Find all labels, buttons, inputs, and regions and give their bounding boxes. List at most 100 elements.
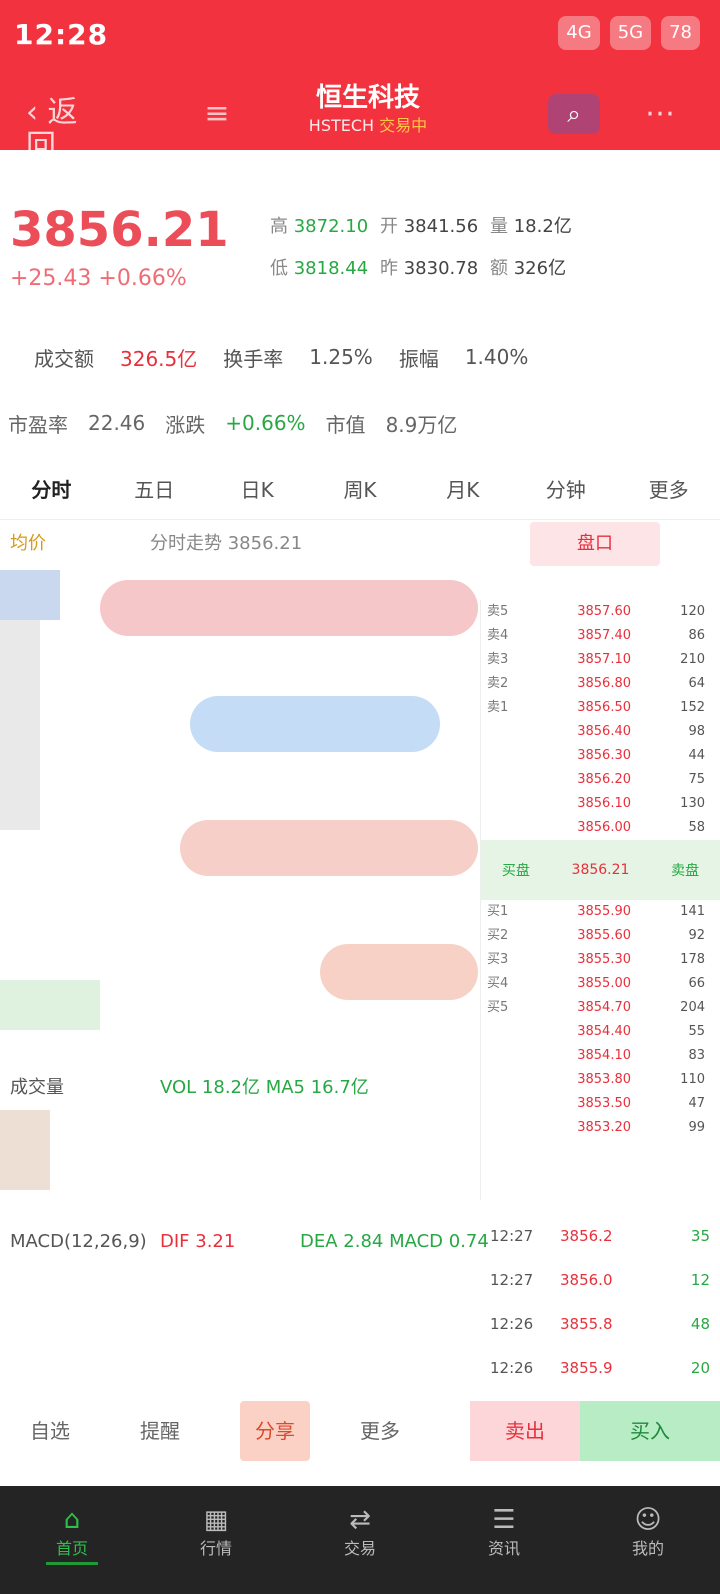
order-book-price: 3857.60 (577, 604, 631, 619)
order-book-price: 3856.50 (577, 700, 631, 715)
order-book-row: 3853.50 47 (481, 1092, 720, 1116)
info-value: 326.5亿 (120, 346, 198, 371)
order-book-row: 卖2 3856.80 64 (481, 672, 720, 696)
chart-marker (0, 570, 60, 620)
macd-label: MACD(12,26,9) (10, 1231, 147, 1252)
nav-label: 首页 (45, 1536, 98, 1565)
info-value: 1.25% (309, 345, 373, 369)
nav-profile[interactable]: ☺ 我的 (576, 1486, 720, 1594)
quote-grid: 高 3872.10 开 3841.56 量 18.2亿 低 3818.44 昨 … (270, 204, 710, 288)
order-book-label: 卖2 (487, 676, 509, 691)
order-book-row: 3853.80 110 (481, 1068, 720, 1092)
order-book-vol: 98 (688, 724, 705, 739)
tab-minute[interactable]: 分钟 (514, 460, 617, 519)
order-book-label (481, 1092, 541, 1116)
back-button[interactable]: ‹ 返回 (26, 96, 96, 164)
stock-code: HSTECH (308, 116, 375, 135)
info-value: 1.40% (464, 345, 529, 369)
status-indicators: 4G 5G 78 (558, 16, 700, 50)
quote-summary: 3856.21 +25.43 +0.66% 高 3872.10 开 3841.5… (0, 190, 720, 320)
order-book-label: 卖3 (487, 652, 509, 667)
order-book-row: 3854.40 55 (481, 1020, 720, 1044)
order-book-label: 买2 (487, 928, 509, 943)
volume-values: VOL 18.2亿 MA5 16.7亿 (160, 1077, 369, 1098)
ask-list: 卖5 3857.60 120 卖4 3857.40 86 卖3 3857.10 210 卖2 385… (481, 600, 720, 840)
quote-cell: 昨 3830.78 (380, 258, 479, 279)
volume-header: 成交量 VOL 18.2亿 MA5 16.7亿 (0, 1060, 478, 1116)
order-book-row: 3856.20 75 (481, 768, 720, 792)
nav-news[interactable]: ☰ 资讯 (432, 1486, 576, 1594)
order-book-label: 买1 (487, 904, 509, 919)
order-book-price: 3856.40 (577, 724, 631, 739)
info-row-turnover: 成交额 326.5亿 换手率 1.25% 振幅 1.40% (0, 330, 720, 384)
volume-label: 成交量 (10, 1077, 64, 1098)
macd-dif: DIF 3.21 (160, 1231, 236, 1252)
info-label: 振幅 (398, 346, 439, 371)
order-book-vol: 120 (680, 604, 705, 619)
info-value: 8.9万亿 (385, 412, 458, 437)
order-book-vol: 83 (688, 1048, 705, 1063)
quote-cell: 开 3841.56 (380, 216, 479, 237)
price-band (320, 944, 478, 1000)
quote-cell: 高 3872.10 (270, 216, 369, 237)
nav-home[interactable]: ⌂ 首页 (0, 1486, 144, 1594)
order-book-row: 3856.40 98 (481, 720, 720, 744)
quote-cell: 低 3818.44 (270, 258, 369, 279)
order-book-price: 3857.40 (577, 628, 631, 643)
price-band (180, 820, 478, 876)
info-value: 22.46 (88, 411, 146, 435)
tab-five-day[interactable]: 五日 (103, 460, 206, 519)
order-book-vol: 178 (680, 952, 705, 967)
nav-market[interactable]: ▦ 行情 (144, 1486, 288, 1594)
share-button[interactable]: 分享 (240, 1401, 310, 1461)
order-book-price: 3856.00 (577, 820, 631, 835)
tab-intraday[interactable]: 分时 (0, 460, 103, 519)
order-book-vol: 86 (688, 628, 705, 643)
bid-label: 买盘 (501, 863, 530, 879)
order-book: 卖5 3857.60 120 卖4 3857.40 86 卖3 3857.10 210 卖2 385… (480, 600, 720, 1200)
info-label: 成交额 (34, 346, 94, 371)
network-indicator: 5G (609, 16, 652, 50)
buy-button[interactable]: 买入 (580, 1401, 720, 1461)
quote-row: 高 3872.10 开 3841.56 量 18.2亿 (270, 204, 710, 246)
nav-trade[interactable]: ⇄ 交易 (288, 1486, 432, 1594)
ask-label: 卖盘 (671, 863, 700, 879)
chart-marker (0, 980, 100, 1030)
order-book-vol: 64 (688, 676, 705, 691)
quote-cell: 额 326亿 (490, 258, 567, 279)
order-book-vol: 66 (688, 976, 705, 991)
tab-more[interactable]: 更多 (617, 460, 720, 519)
order-book-price: 3856.30 (577, 748, 631, 763)
last-price: 3856.21 (571, 862, 630, 878)
order-book-vol: 130 (680, 796, 705, 811)
alert-button[interactable]: 提醒 (100, 1401, 220, 1461)
info-row-valuation: 市盈率 22.46 涨跌 +0.66% 市值 8.9万亿 (0, 396, 720, 450)
order-book-vol: 92 (688, 928, 705, 943)
search-icon[interactable]: ⌕ (548, 94, 600, 134)
sell-button[interactable]: 卖出 (470, 1401, 580, 1461)
tab-monthly-k[interactable]: 月K (411, 460, 514, 519)
order-book-row: 卖1 3856.50 152 (481, 696, 720, 720)
order-book-label (481, 816, 541, 840)
tab-daily-k[interactable]: 日K (206, 460, 309, 519)
macd-dea: DEA 2.84 MACD 0.74 (300, 1231, 489, 1252)
order-book-label (481, 1068, 541, 1092)
order-book-vol: 58 (688, 820, 705, 835)
nav-label: 我的 (631, 1539, 664, 1558)
stock-title[interactable]: 恒生科技 HSTECH 交易中 (268, 82, 468, 142)
order-book-row: 买4 3855.00 66 (481, 972, 720, 996)
menu-icon[interactable]: ≡ (190, 94, 244, 134)
order-book-label (481, 792, 541, 816)
order-book-row: 卖3 3857.10 210 (481, 648, 720, 672)
tab-weekly-k[interactable]: 周K (309, 460, 412, 519)
orderbook-tab[interactable]: 盘口 (530, 522, 660, 566)
watchlist-button[interactable]: 自选 (0, 1401, 100, 1461)
order-book-price: 3853.50 (577, 1096, 631, 1111)
order-book-price: 3853.20 (577, 1120, 631, 1135)
more-icon[interactable]: ⋯ (630, 94, 690, 134)
order-book-price: 3854.70 (577, 1000, 631, 1015)
info-label: 市盈率 (8, 412, 68, 437)
order-book-price: 3856.80 (577, 676, 631, 691)
more-button[interactable]: 更多 (310, 1401, 450, 1461)
tick-list: 12:27 3856.2 35 12:27 3856.0 12 12:26 3855.8 4… (490, 1214, 720, 1390)
